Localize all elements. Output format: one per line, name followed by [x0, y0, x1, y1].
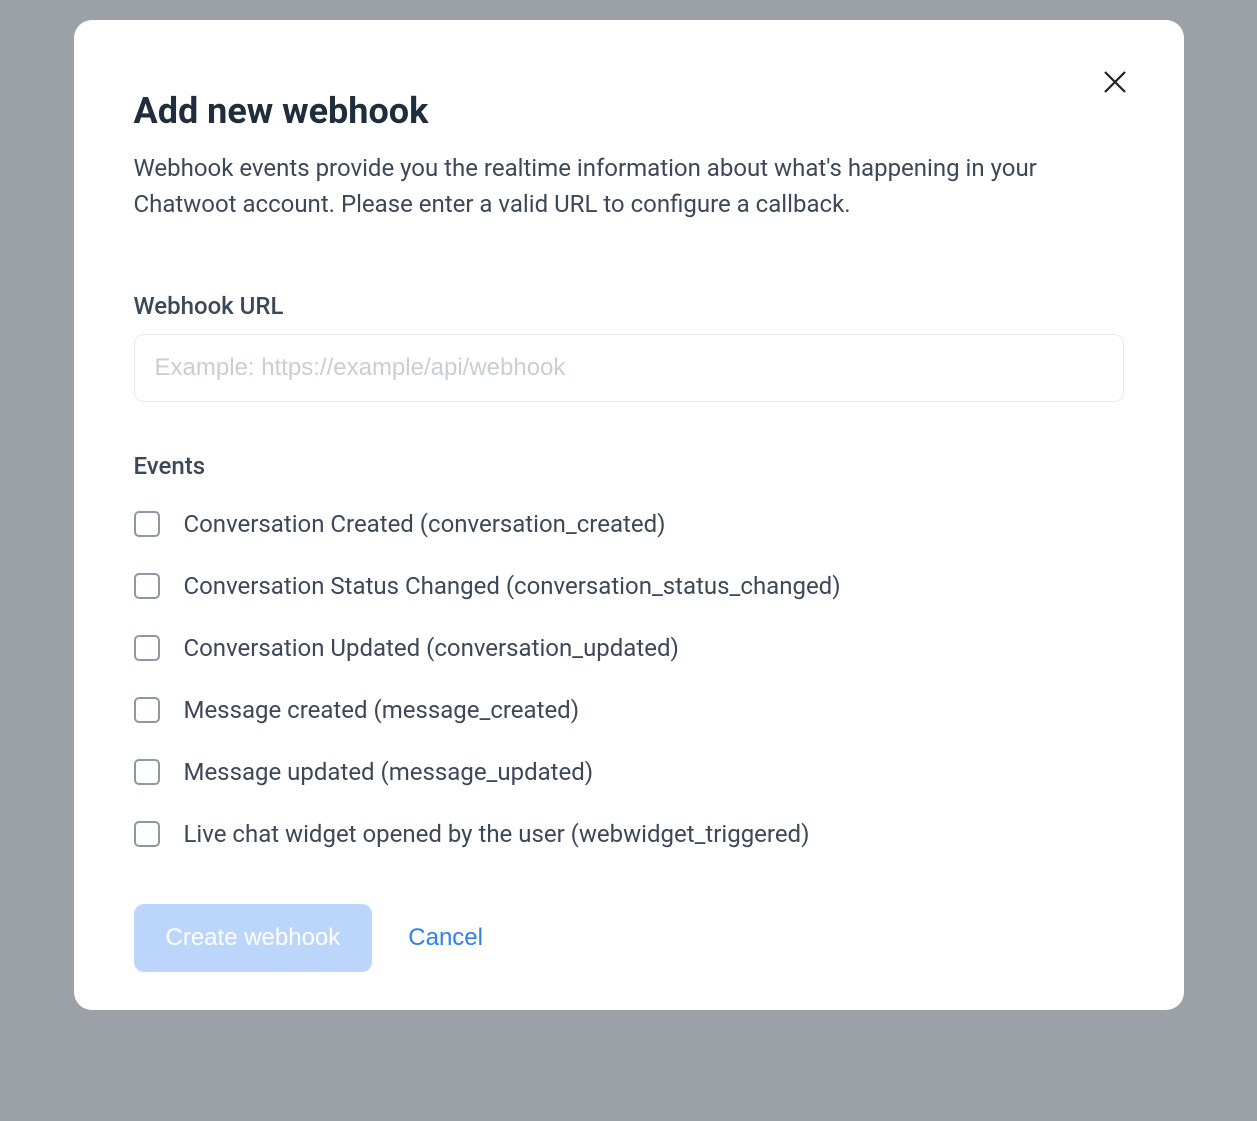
- modal-description: Webhook events provide you the realtime …: [134, 150, 1119, 222]
- event-checkbox-conversation-created[interactable]: [134, 511, 160, 537]
- event-label[interactable]: Message updated (message_updated): [184, 758, 594, 786]
- event-row: Message updated (message_updated): [134, 758, 1124, 786]
- event-checkbox-message-created[interactable]: [134, 697, 160, 723]
- event-row: Conversation Created (conversation_creat…: [134, 510, 1124, 538]
- event-label[interactable]: Conversation Created (conversation_creat…: [184, 510, 666, 538]
- event-row: Conversation Updated (conversation_updat…: [134, 634, 1124, 662]
- event-label[interactable]: Live chat widget opened by the user (web…: [184, 820, 810, 848]
- event-checkbox-message-updated[interactable]: [134, 759, 160, 785]
- add-webhook-modal: Add new webhook Webhook events provide y…: [74, 20, 1184, 1010]
- event-row: Conversation Status Changed (conversatio…: [134, 572, 1124, 600]
- event-label[interactable]: Conversation Updated (conversation_updat…: [184, 634, 679, 662]
- event-row: Live chat widget opened by the user (web…: [134, 820, 1124, 848]
- modal-actions: Create webhook Cancel: [134, 904, 1124, 972]
- event-row: Message created (message_created): [134, 696, 1124, 724]
- event-checkbox-conversation-updated[interactable]: [134, 635, 160, 661]
- webhook-url-label: Webhook URL: [134, 292, 1124, 320]
- event-label[interactable]: Message created (message_created): [184, 696, 580, 724]
- close-button[interactable]: [1094, 62, 1136, 104]
- create-webhook-button[interactable]: Create webhook: [134, 904, 373, 972]
- close-icon: [1100, 67, 1130, 100]
- event-label[interactable]: Conversation Status Changed (conversatio…: [184, 572, 841, 600]
- webhook-url-input[interactable]: [134, 334, 1124, 402]
- events-label: Events: [134, 452, 1124, 480]
- cancel-button[interactable]: Cancel: [408, 924, 483, 952]
- event-checkbox-webwidget-triggered[interactable]: [134, 821, 160, 847]
- events-list: Conversation Created (conversation_creat…: [134, 510, 1124, 848]
- event-checkbox-conversation-status-changed[interactable]: [134, 573, 160, 599]
- modal-title: Add new webhook: [134, 90, 1124, 132]
